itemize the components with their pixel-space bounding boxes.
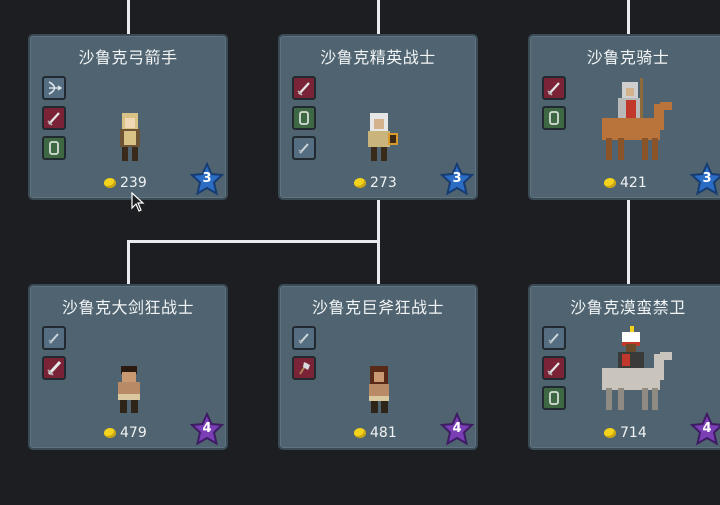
unit-price: 479 — [104, 425, 147, 441]
tree-connector — [127, 240, 130, 285]
unit-name: 沙鲁克弓箭手 — [78, 48, 178, 67]
shield-icon — [549, 391, 559, 405]
tree-connector — [127, 0, 130, 34]
unit-price: 239 — [104, 175, 147, 191]
dagger-icon — [298, 333, 309, 344]
tree-connector — [627, 199, 630, 285]
dagger-icon — [298, 143, 309, 154]
gold-coin-icon — [104, 428, 116, 438]
shield-icon — [299, 111, 309, 125]
equipment-slot[interactable] — [292, 326, 316, 350]
equipment-slot[interactable] — [542, 76, 566, 100]
equipment-slot[interactable] — [42, 106, 66, 130]
tree-connector — [127, 240, 380, 243]
unit-name: 沙鲁克大剑狂战士 — [61, 298, 194, 317]
greatsword-icon — [47, 360, 62, 376]
camel-guard-sprite — [602, 326, 672, 410]
gold-coin-icon — [604, 428, 616, 438]
archer-sprite — [120, 113, 140, 161]
sword-icon — [547, 362, 560, 376]
tier-badge: 4 — [189, 411, 225, 446]
equipment-slot[interactable] — [42, 326, 66, 350]
equipment-slot[interactable] — [292, 356, 316, 380]
sword-icon — [47, 112, 60, 126]
tree-connector — [377, 0, 380, 34]
axe-icon — [299, 362, 310, 375]
unit-card-shaluke-archer[interactable]: 沙鲁克弓箭手 239 3 — [28, 34, 228, 200]
tree-connector — [627, 0, 630, 34]
equipment-slot[interactable] — [292, 76, 316, 100]
unit-price: 273 — [354, 175, 397, 191]
gold-coin-icon — [354, 178, 366, 188]
dagger-icon — [48, 333, 59, 344]
sword-icon — [297, 82, 310, 96]
gold-coin-icon — [104, 178, 116, 188]
equipment-slot[interactable] — [542, 356, 566, 380]
gold-coin-icon — [604, 178, 616, 188]
mouse-cursor-icon — [131, 192, 145, 212]
camel-knight-sprite — [602, 78, 672, 160]
tier-badge: 4 — [689, 411, 720, 446]
tier-badge: 4 — [439, 411, 475, 446]
axe-berserker-sprite — [369, 366, 389, 413]
unit-card-shaluke-axe-berserker[interactable]: 沙鲁克巨斧狂战士 481 4 — [278, 284, 478, 450]
unit-card-shaluke-desert-guard[interactable]: 沙鲁克漠蛮禁卫 714 4 — [528, 284, 720, 450]
unit-card-shaluke-elite-warrior[interactable]: 沙鲁克精英战士 273 3 — [278, 34, 478, 200]
shield-icon — [49, 141, 59, 155]
equipment-slot[interactable] — [542, 106, 566, 130]
tier-badge: 3 — [689, 161, 720, 196]
tier-badge: 3 — [189, 161, 225, 196]
equipment-slot[interactable] — [542, 326, 566, 350]
unit-name: 沙鲁克精英战士 — [320, 48, 436, 67]
gold-coin-icon — [354, 428, 366, 438]
unit-price: 421 — [604, 175, 647, 191]
equipment-slot[interactable] — [292, 136, 316, 160]
unit-name: 沙鲁克巨斧狂战士 — [311, 298, 444, 317]
unit-price: 714 — [604, 425, 647, 441]
equipment-slot[interactable] — [42, 76, 66, 100]
equipment-slot[interactable] — [42, 136, 66, 160]
bow-icon — [48, 81, 62, 95]
dagger-icon — [548, 333, 559, 344]
tier-badge: 3 — [439, 161, 475, 196]
unit-price: 481 — [354, 425, 397, 441]
shield-icon — [549, 111, 559, 125]
unit-card-shaluke-greatsword-berserker[interactable]: 沙鲁克大剑狂战士 479 4 — [28, 284, 228, 450]
equipment-slot[interactable] — [292, 106, 316, 130]
unit-name: 沙鲁克骑士 — [586, 48, 670, 67]
equipment-slot[interactable] — [542, 386, 566, 410]
greatsword-berserker-sprite — [118, 366, 140, 413]
equipment-slot[interactable] — [42, 356, 66, 380]
sword-icon — [547, 82, 560, 96]
elite-warrior-sprite — [368, 113, 398, 161]
unit-name: 沙鲁克漠蛮禁卫 — [570, 298, 686, 317]
unit-card-shaluke-knight[interactable]: 沙鲁克骑士 421 3 — [528, 34, 720, 200]
